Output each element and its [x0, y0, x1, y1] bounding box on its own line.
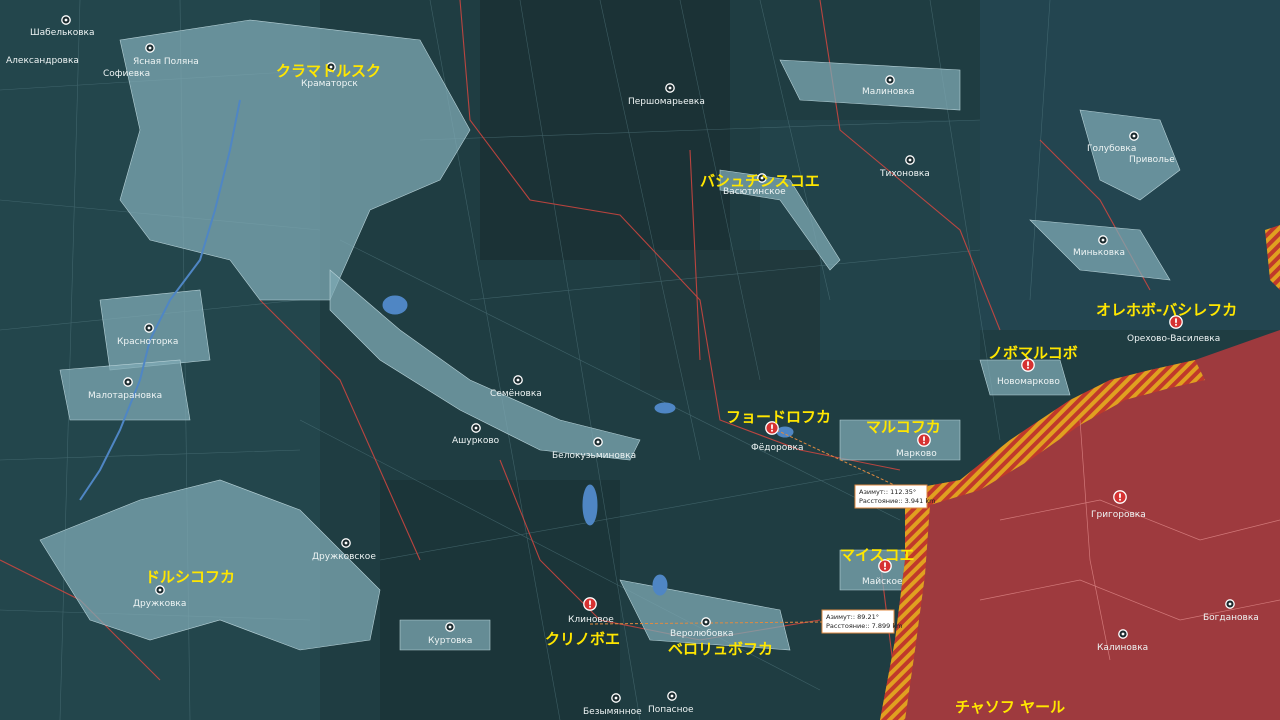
measurement-tooltip-1[interactable]: Азимут:: 112.35° Расстояние:: 3.941 km: [854, 484, 935, 509]
malotaranovka-urban: [59, 359, 191, 421]
label-malinovka: Малиновка: [862, 87, 915, 97]
jp-druzhkovka: ドルシコフカ: [145, 568, 235, 586]
label-bogdanovka: Богдановка: [1203, 613, 1259, 623]
jp-markovo: マルコフカ: [866, 418, 941, 436]
jp-verolyubovka: ベロリュボフカ: [668, 640, 773, 658]
label-orekhovo: Орехово-Василевка: [1127, 334, 1220, 344]
jp-fedorovka: フョードロフカ: [726, 408, 831, 426]
label-druzhkovskoe: Дружковское: [312, 552, 376, 562]
label-bezymyannoe: Безымянное: [583, 707, 642, 717]
label-novomarkovo: Новомарково: [997, 377, 1060, 387]
label-verolyubovka: Веролюбовка: [670, 629, 734, 639]
jp-klinovoe: クリノボエ: [545, 630, 620, 648]
label-kramatorsk: Краматорск: [301, 79, 358, 89]
label-belokuzminovka: Белокузьминовка: [552, 451, 636, 461]
label-maiskoe: Майское: [862, 577, 903, 587]
label-fedorovka: Фёдоровка: [751, 443, 804, 453]
jp-kramatorsk: クラマトルスク: [276, 62, 381, 80]
jp-chasov-yar: チャソフ ヤール: [955, 698, 1065, 716]
tooltip-1-distance: Расстояние:: 3.941 km: [859, 497, 935, 505]
label-pershomarevka: Першомарьевка: [628, 97, 705, 107]
jp-orekhovo: オレホボ-バシレフカ: [1096, 301, 1237, 319]
tooltip-2-distance: Расстояние:: 7.899 km: [826, 622, 902, 630]
label-kurtovka: Куртовка: [428, 636, 472, 646]
label-yasnaya-polyana: Ясная Поляна: [133, 57, 199, 67]
jp-novomarkovo: ノボマルコボ: [988, 344, 1078, 362]
label-tikhonovka: Тихоновка: [879, 169, 930, 179]
map-canvas[interactable]: Шабельковка Александровка Ясная Поляна С…: [0, 0, 1280, 720]
label-malotaranovka: Малотарановка: [88, 391, 162, 401]
label-krasnotorka: Красноторка: [117, 337, 178, 347]
label-popasnoe: Попасное: [648, 705, 694, 715]
label-semenovka: Семёновка: [490, 389, 542, 399]
label-kalinovka: Калиновка: [1097, 643, 1148, 653]
label-privolye: Приволье: [1129, 155, 1175, 165]
jp-vasyutinskoe: バシュチンスコエ: [700, 172, 820, 190]
label-sofievka: Софиевка: [103, 69, 150, 79]
label-markovo: Марково: [896, 449, 937, 459]
label-minkovka: Миньковка: [1073, 248, 1125, 258]
label-grigorovka: Григоровка: [1091, 510, 1146, 520]
label-ashurkovo: Ашурково: [452, 436, 500, 446]
tooltip-2-azimuth: Азимут:: 89.21°: [826, 613, 879, 621]
label-shabelkovka: Шабельковка: [30, 28, 94, 38]
label-golubovka: Голубовка: [1087, 144, 1136, 154]
tooltip-1-azimuth: Азимут:: 112.35°: [859, 488, 916, 496]
label-klinovoe: Клиновое: [568, 615, 614, 625]
label-druzhkovka: Дружковка: [133, 599, 186, 609]
jp-maiskoe: マイスコエ: [840, 546, 915, 564]
measurement-tooltip-2[interactable]: Азимут:: 89.21° Расстояние:: 7.899 km: [821, 609, 902, 634]
label-aleksandrovka: Александровка: [6, 56, 79, 66]
